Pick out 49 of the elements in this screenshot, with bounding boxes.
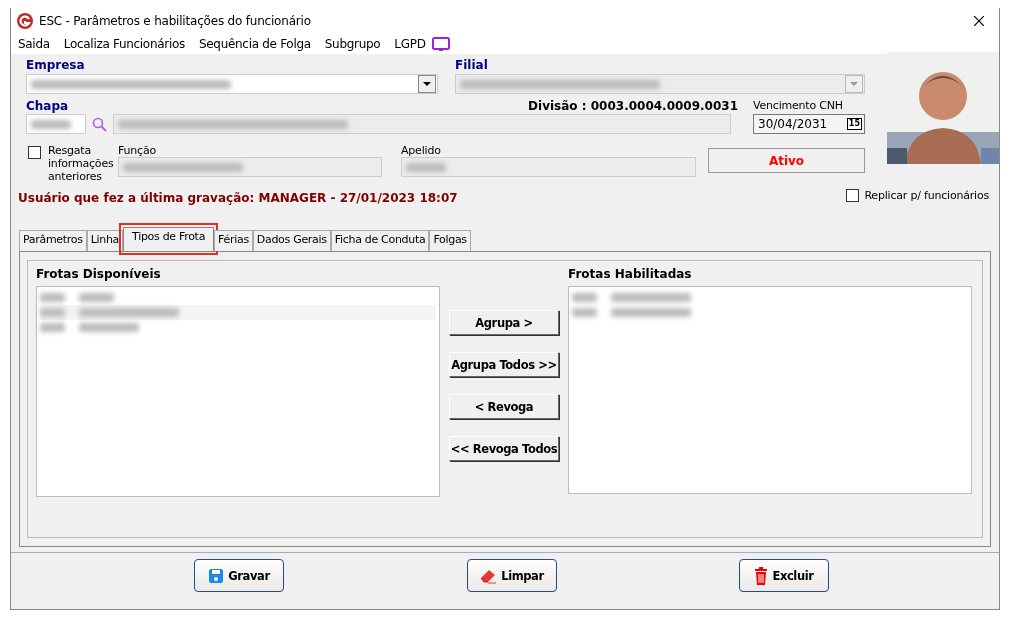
menu-item[interactable]: Sequência de Folga	[198, 37, 311, 51]
tab[interactable]: Férias	[214, 230, 253, 251]
checkbox-label: Replicar p/ funcionários	[864, 188, 989, 202]
app-logo-icon	[17, 13, 33, 29]
menu-item[interactable]: Subgrupo	[324, 37, 381, 51]
trash-icon	[754, 566, 769, 585]
transfer-button[interactable]: Agrupa >	[449, 310, 559, 335]
field-label: Apelido	[401, 144, 442, 157]
dropdown-arrow-icon	[423, 82, 431, 86]
search-icon[interactable]	[92, 116, 107, 132]
function-field[interactable]	[118, 157, 382, 177]
nickname-field[interactable]	[401, 157, 696, 177]
company-dropdown[interactable]	[26, 74, 438, 94]
calendar-button[interactable]: 15	[846, 118, 862, 130]
tab[interactable]: Ficha de Conduta	[330, 230, 430, 251]
menu-item[interactable]: Saida	[18, 37, 50, 51]
badge-number-field[interactable]	[26, 114, 86, 134]
eraser-icon	[479, 567, 498, 584]
field-label: Empresa	[26, 58, 86, 72]
field-label: Vencimento CNH	[753, 99, 844, 112]
transfer-button[interactable]: Agrupa Todos >>	[449, 352, 559, 377]
date-field[interactable]: 30/04/2031 15	[753, 114, 865, 134]
division-text: Divisão : 0003.0004.0009.0031	[528, 99, 738, 113]
dropdown-arrow-icon	[850, 82, 858, 86]
tab[interactable]: Dados Gerais	[252, 230, 331, 251]
monitor-icon[interactable]	[431, 36, 450, 52]
checkbox[interactable]	[846, 188, 860, 202]
field-label: Chapa	[26, 99, 69, 113]
window-title: ESC - Parâmetros e habilitações do funcionário	[39, 14, 311, 28]
list-title: Frotas Habilitadas	[568, 267, 693, 283]
last-saved-text: Usuário que fez a última gravação: MANAGER - 27/01/2023 18:07	[18, 191, 458, 205]
tab[interactable]: Folgas	[429, 230, 471, 251]
tab[interactable]: Parâmetros	[19, 230, 87, 251]
enabled-list[interactable]	[568, 286, 972, 494]
checkbox[interactable]	[28, 146, 41, 159]
clear-button[interactable]: Limpar	[466, 559, 557, 592]
available-list[interactable]	[36, 286, 440, 497]
list-title: Frotas Disponíveis	[36, 267, 162, 283]
employee-name-field[interactable]	[113, 114, 731, 134]
field-label: Filial	[455, 58, 489, 72]
status-indicator: Ativo	[708, 148, 865, 173]
menu-item[interactable]: Localiza Funcionários	[63, 37, 185, 51]
transfer-button[interactable]: << Revoga Todos	[449, 436, 559, 461]
delete-button[interactable]: Excluir	[739, 559, 829, 592]
field-label: Função	[118, 144, 157, 157]
close-icon[interactable]	[974, 16, 984, 26]
save-button[interactable]: Gravar	[194, 559, 284, 592]
transfer-button[interactable]: < Revoga	[449, 394, 559, 419]
menu-item[interactable]: LGPD	[394, 37, 426, 51]
